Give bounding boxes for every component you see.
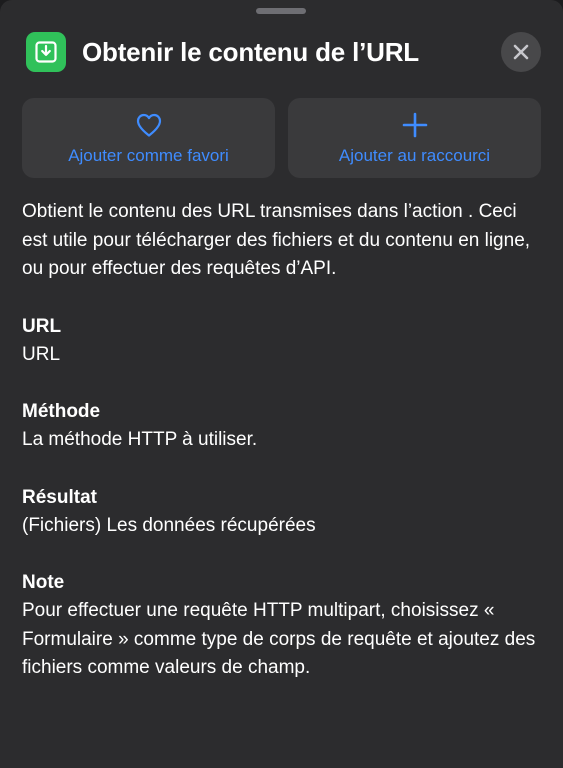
- section-title: Résultat: [22, 486, 97, 508]
- section-body: La méthode HTTP à utiliser.: [22, 429, 258, 450]
- content: Obtient le contenu des URL transmises da…: [22, 198, 542, 683]
- section-method: Méthode La méthode HTTP à utiliser.: [22, 398, 542, 455]
- add-to-shortcut-button[interactable]: Ajouter au raccourci: [288, 98, 541, 178]
- section-result: Résultat (Fichiers) Les données récupéré…: [22, 484, 542, 541]
- section-title: Méthode: [22, 401, 101, 422]
- close-icon: [513, 44, 529, 60]
- section-url: URL URL: [22, 313, 542, 370]
- action-detail-sheet: Obtenir le contenu de l’URL Ajouter comm…: [0, 0, 563, 768]
- section-body: URL: [22, 343, 61, 365]
- section-title: URL: [22, 315, 62, 337]
- section-body: Pour effectuer une requête HTTP multipar…: [22, 600, 536, 678]
- heart-icon: [134, 110, 164, 140]
- action-description: Obtient le contenu des URL transmises da…: [22, 201, 531, 279]
- add-favorite-button[interactable]: Ajouter comme favori: [22, 98, 275, 178]
- action-buttons: Ajouter comme favori Ajouter au raccourc…: [22, 98, 541, 178]
- sheet-grabber[interactable]: [256, 8, 306, 14]
- plus-icon: [400, 110, 430, 140]
- add-to-shortcut-label: Ajouter au raccourci: [338, 146, 491, 165]
- section-note: Note Pour effectuer une requête HTTP mul…: [22, 569, 542, 683]
- close-button[interactable]: [501, 32, 541, 72]
- section-title: Note: [22, 572, 65, 593]
- section-body: (Fichiers) Les données récupérées: [22, 514, 316, 536]
- add-favorite-label: Ajouter comme favori: [68, 146, 229, 165]
- download-tray-icon: [26, 32, 66, 72]
- page-title: Obtenir le contenu de l’URL: [82, 36, 419, 67]
- header: Obtenir le contenu de l’URL: [26, 32, 541, 72]
